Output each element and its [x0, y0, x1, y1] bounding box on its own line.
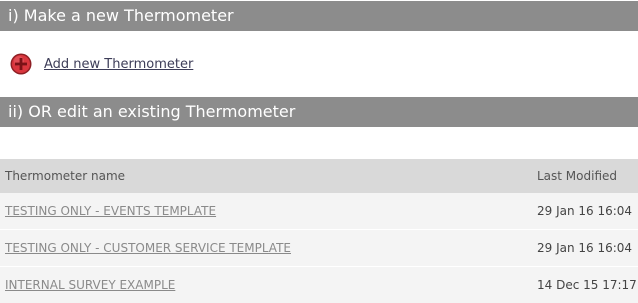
thermometer-name-link[interactable]: TESTING ONLY - EVENTS TEMPLATE: [5, 204, 216, 218]
table-row: TESTING ONLY - EVENTS TEMPLATE 29 Jan 16…: [0, 193, 638, 230]
table-row: TESTING ONLY - CUSTOMER SERVICE TEMPLATE…: [0, 230, 638, 267]
last-modified-value: 14 Dec 15 17:17: [537, 278, 637, 292]
add-thermometer-row[interactable]: Add new Thermometer: [10, 52, 193, 76]
plus-circle-icon[interactable]: [10, 53, 32, 75]
column-header-name[interactable]: Thermometer name: [5, 169, 125, 183]
section-header-edit: ii) OR edit an existing Thermometer: [0, 97, 638, 127]
table-header-row: Thermometer name Last Modified: [0, 159, 638, 193]
section-header-new: i) Make a new Thermometer: [0, 1, 638, 31]
thermometer-name-link[interactable]: TESTING ONLY - CUSTOMER SERVICE TEMPLATE: [5, 241, 291, 255]
page: i) Make a new Thermometer Add new Thermo…: [0, 0, 638, 303]
column-header-modified[interactable]: Last Modified: [537, 169, 617, 183]
add-thermometer-link[interactable]: Add new Thermometer: [44, 57, 193, 72]
section-title-edit: ii) OR edit an existing Thermometer: [8, 102, 296, 121]
last-modified-value: 29 Jan 16 16:04: [537, 241, 633, 255]
thermometer-table: Thermometer name Last Modified TESTING O…: [0, 159, 638, 303]
thermometer-name-link[interactable]: INTERNAL SURVEY EXAMPLE: [5, 278, 175, 292]
table-row: INTERNAL SURVEY EXAMPLE 14 Dec 15 17:17: [0, 267, 638, 303]
section-title-new: i) Make a new Thermometer: [8, 6, 234, 25]
last-modified-value: 29 Jan 16 16:04: [537, 204, 633, 218]
